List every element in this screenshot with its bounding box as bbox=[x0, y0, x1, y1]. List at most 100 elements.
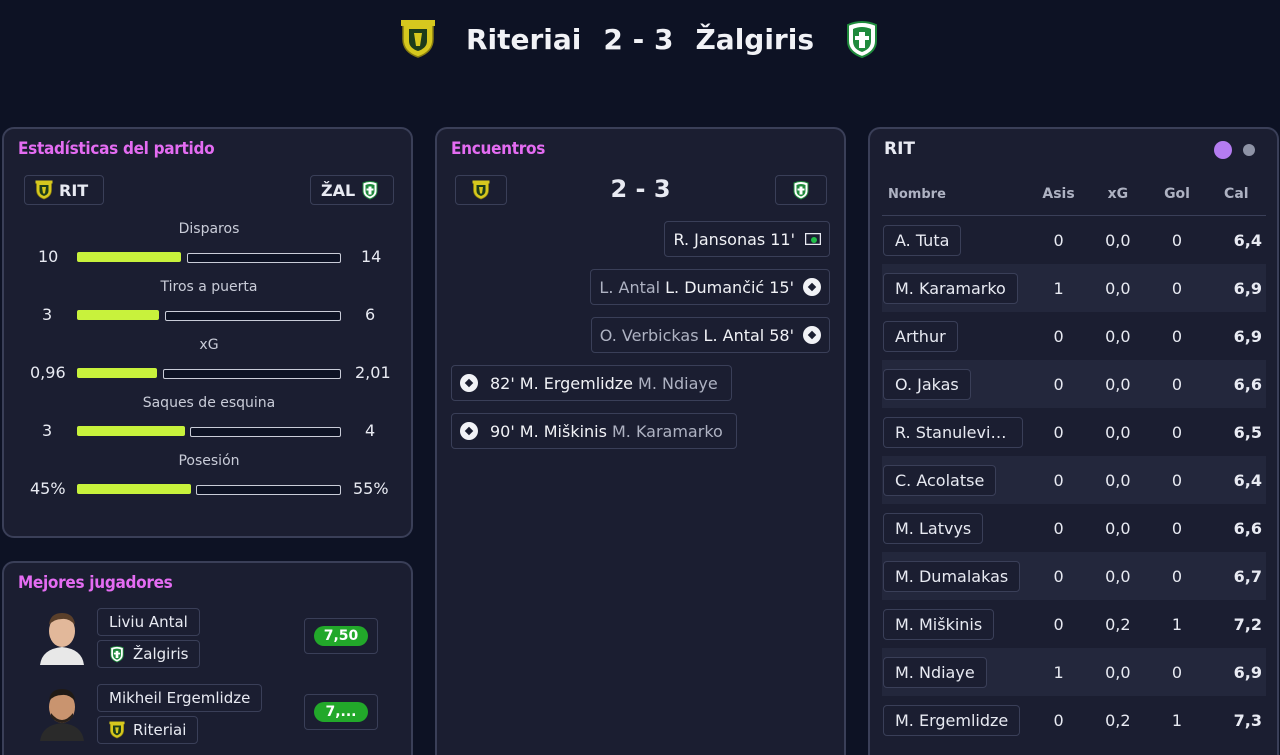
rating-cell: 7,3 bbox=[1233, 710, 1262, 730]
xg-cell: 0,0 bbox=[1088, 264, 1148, 312]
xg-cell: 0,0 bbox=[1088, 552, 1148, 600]
assists-cell: 1 bbox=[1028, 264, 1089, 312]
match-stats-panel: Estadísticas del partido RIT ŽAL Disparo… bbox=[2, 127, 413, 538]
home-bar bbox=[77, 310, 159, 320]
away-team-chip[interactable]: ŽAL bbox=[310, 175, 394, 205]
rating-cell: 6,9 bbox=[1206, 648, 1266, 696]
away-crest-chip[interactable] bbox=[775, 175, 827, 205]
event-goal[interactable]: 82' M. Ergemlidze M. Ndiaye bbox=[451, 365, 732, 401]
table-row: C. Acolatse 0 0,0 0 6,4 bbox=[882, 456, 1266, 504]
header-score: 2 - 3 bbox=[603, 22, 674, 56]
player-name[interactable]: C. Acolatse bbox=[883, 464, 997, 496]
home-team-name: Riteriai bbox=[465, 22, 582, 56]
xg-cell: 0,2 bbox=[1105, 710, 1131, 730]
away-bar bbox=[163, 369, 341, 379]
stat-away-value: 6 bbox=[365, 305, 376, 324]
event-yellow-card[interactable]: R. Jansonas 11' bbox=[664, 221, 830, 257]
team-toggle-away[interactable] bbox=[1243, 144, 1255, 156]
riteriai-crest-icon bbox=[35, 180, 53, 200]
assists-cell: 0 bbox=[1028, 456, 1089, 504]
riteriai-crest-icon bbox=[400, 19, 436, 59]
stat-away-value: 2,01 bbox=[355, 363, 391, 382]
home-team-chip[interactable]: RIT bbox=[24, 175, 104, 205]
table-row: M. Ndiaye 1 0,0 0 6,9 bbox=[882, 648, 1266, 696]
stat-home-value: 0,96 bbox=[30, 363, 66, 382]
player-team-name: Riteriai bbox=[133, 721, 187, 739]
table-row: O. Jakas 0 0,0 0 6,6 bbox=[882, 360, 1266, 408]
rating-cell: 6,5 bbox=[1233, 422, 1262, 442]
event-assist: O. Verbickas bbox=[599, 325, 699, 345]
rating-cell: 6,4 bbox=[1233, 230, 1262, 250]
player-name[interactable]: O. Jakas bbox=[883, 368, 971, 400]
goals-cell: 0 bbox=[1147, 552, 1207, 600]
goals-cell: 0 bbox=[1171, 422, 1183, 442]
table-row: M. Dumalakas 0 0,0 0 6,7 bbox=[882, 552, 1266, 600]
team-toggle-home[interactable] bbox=[1214, 141, 1232, 159]
event-goal[interactable]: O. Verbickas L. Antal 58' bbox=[590, 317, 830, 353]
event-player: R. Jansonas bbox=[673, 229, 766, 249]
event-assist: M. Ndiaye bbox=[638, 373, 718, 393]
encounters-panel: Encuentros 2 - 3 R. Jansonas 11' L. Anta… bbox=[435, 127, 846, 755]
home-bar bbox=[77, 368, 157, 378]
stat-label: Tiros a puerta bbox=[160, 279, 258, 295]
player-ratings-panel: RIT Nombre Asis xG Gol Cal A. Tuta 0 0,0… bbox=[868, 127, 1279, 755]
player-team-chip[interactable]: Žalgiris bbox=[97, 640, 201, 668]
card-icon bbox=[805, 233, 821, 245]
xg-cell: 0,2 bbox=[1105, 614, 1131, 634]
assists-cell: 0 bbox=[1053, 518, 1064, 538]
player-name[interactable]: M. Dumalakas bbox=[883, 560, 1021, 592]
player-rating: 7,... bbox=[314, 702, 368, 722]
player-team-chip[interactable]: Riteriai bbox=[97, 716, 199, 744]
player-name[interactable]: M. Latvys bbox=[883, 512, 984, 544]
rating-cell: 6,6 bbox=[1206, 360, 1266, 408]
home-abbr: RIT bbox=[59, 180, 89, 200]
player-name[interactable]: M. Ergemlidze bbox=[883, 704, 1021, 736]
goals-cell: 0 bbox=[1171, 518, 1183, 538]
assists-cell: 0 bbox=[1053, 710, 1064, 730]
goals-cell: 0 bbox=[1171, 326, 1183, 346]
assists-cell: 0 bbox=[1028, 360, 1089, 408]
table-row: R. Stanulevičius 0 0,0 0 6,5 bbox=[882, 408, 1266, 456]
event-player: M. Ergemlidze bbox=[519, 373, 634, 393]
player-team-name: Žalgiris bbox=[133, 645, 189, 663]
event-minute: 11' bbox=[770, 229, 795, 249]
rating-cell: 7,2 bbox=[1233, 614, 1262, 634]
ball-icon bbox=[803, 326, 821, 344]
event-minute: 90' bbox=[490, 421, 515, 441]
stat-label: Posesión bbox=[178, 453, 240, 469]
event-goal[interactable]: 90' M. Miškinis M. Karamarko bbox=[451, 413, 737, 449]
event-goal[interactable]: L. Antal L. Dumančić 15' bbox=[590, 269, 830, 305]
event-player: M. Miškinis bbox=[519, 421, 607, 441]
event-minute: 15' bbox=[769, 277, 794, 297]
player-rating-box: 7,50 bbox=[304, 618, 378, 654]
player-name[interactable]: A. Tuta bbox=[883, 224, 962, 256]
rating-cell: 6,4 bbox=[1206, 456, 1266, 504]
goals-cell: 0 bbox=[1147, 456, 1207, 504]
col-xg[interactable]: xG bbox=[1088, 173, 1148, 216]
player-name[interactable]: M. Miškinis bbox=[883, 608, 995, 640]
player-name[interactable]: M. Ndiaye bbox=[883, 656, 987, 688]
riteriai-crest-icon bbox=[109, 721, 125, 739]
col-name[interactable]: Nombre bbox=[882, 173, 1029, 216]
assists-cell: 0 bbox=[1053, 230, 1064, 250]
away-bar bbox=[190, 427, 341, 437]
stat-home-value: 3 bbox=[42, 305, 53, 324]
col-asis[interactable]: Asis bbox=[1028, 173, 1089, 216]
xg-cell: 0,0 bbox=[1088, 360, 1148, 408]
goals-cell: 0 bbox=[1147, 264, 1207, 312]
player-name-chip[interactable]: Mikheil Ergemlidze bbox=[97, 684, 263, 712]
player-name[interactable]: M. Karamarko bbox=[883, 272, 1018, 304]
player-name-chip[interactable]: Liviu Antal bbox=[97, 608, 200, 636]
player-name[interactable]: R. Stanulevičius bbox=[883, 416, 1023, 448]
xg-cell: 0,0 bbox=[1105, 518, 1131, 538]
table-row: M. Ergemlidze 0 0,2 1 7,3 bbox=[882, 696, 1266, 744]
zalgiris-crest-icon bbox=[361, 180, 379, 200]
player-name[interactable]: Arthur bbox=[883, 320, 958, 352]
col-gol[interactable]: Gol bbox=[1147, 173, 1207, 216]
assists-cell: 0 bbox=[1053, 326, 1064, 346]
col-cal[interactable]: Cal bbox=[1206, 173, 1266, 216]
table-row: Arthur 0 0,0 0 6,9 bbox=[882, 312, 1266, 360]
stats-title: Estadísticas del partido bbox=[18, 139, 215, 159]
ball-icon bbox=[460, 422, 478, 440]
rating-cell: 6,6 bbox=[1233, 518, 1262, 538]
